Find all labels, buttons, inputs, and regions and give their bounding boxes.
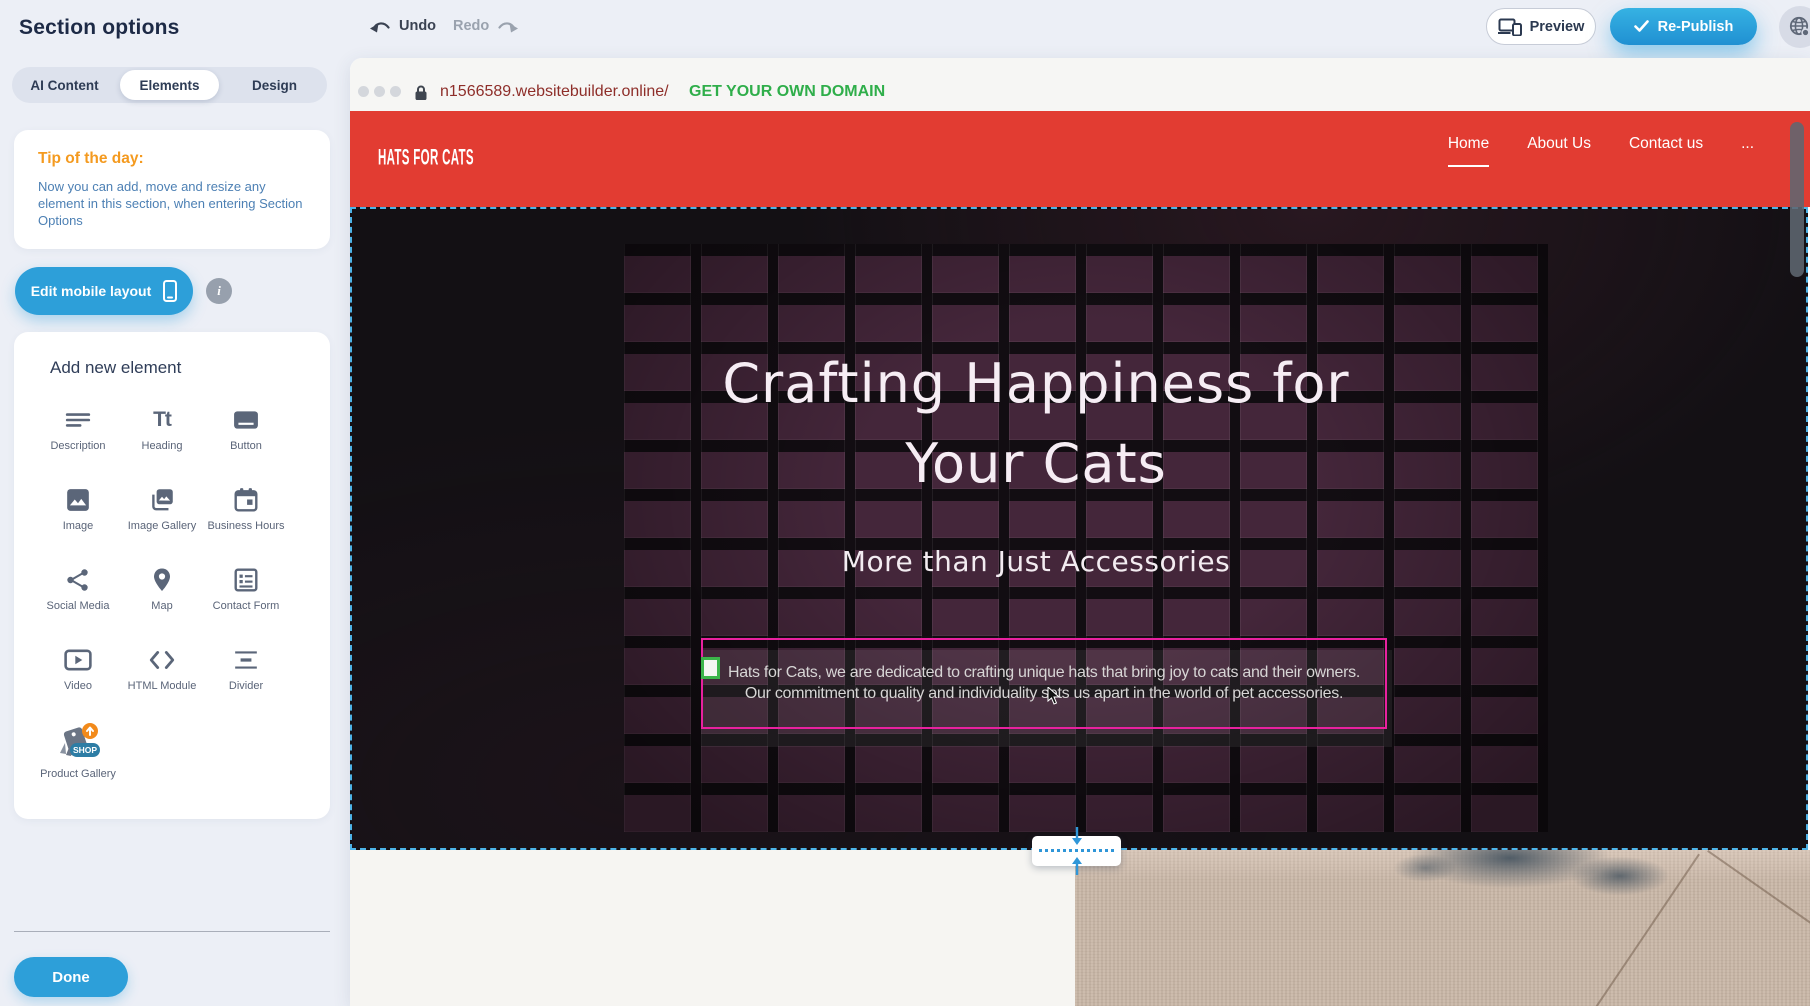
site-nav: Home About Us Contact us ... [1448, 135, 1754, 167]
collapse-arrow-up-icon [1071, 855, 1083, 875]
element-business-hours[interactable]: Business Hours [206, 478, 286, 558]
preview-label: Preview [1530, 19, 1585, 35]
info-glyph: i [217, 283, 221, 299]
element-contact-form[interactable]: Contact Form [206, 558, 286, 638]
social-media-icon [65, 567, 91, 593]
hero-subheading: More than Just Accessories [352, 545, 1720, 578]
nav-about-us[interactable]: About Us [1527, 135, 1591, 165]
undo-arrow-icon [370, 19, 392, 34]
resize-dashed-line [1039, 849, 1114, 852]
map-pin-icon [149, 567, 175, 593]
nav-more-ellipsis[interactable]: ... [1741, 135, 1754, 165]
element-button[interactable]: Button [206, 398, 286, 478]
hero-body-line2: Our commitment to quality and individual… [703, 683, 1385, 704]
element-image-gallery[interactable]: Image Gallery [122, 478, 202, 558]
business-hours-icon [233, 487, 259, 513]
image-icon [65, 487, 91, 513]
element-product-gallery[interactable]: SHOP Product Gallery [38, 718, 118, 798]
element-grid: Description Tt Heading Button Image Imag… [38, 398, 292, 798]
browser-dot-1 [358, 86, 369, 97]
preview-scrollbar-thumb[interactable] [1790, 122, 1804, 277]
description-lines-icon [65, 407, 91, 433]
sidebar-divider [14, 931, 330, 932]
hero-heading-line2: Your Cats [352, 432, 1720, 495]
image-gallery-icon [148, 486, 176, 514]
collapse-arrow-down-icon [1071, 827, 1083, 847]
shop-badge: SHOP [73, 745, 97, 755]
sidebar-tabs: AI Content Elements Design [12, 67, 327, 103]
page-title: Section options [19, 16, 180, 40]
site-logo[interactable]: HATS FOR CATS [378, 144, 474, 170]
element-heading[interactable]: Tt Heading [122, 398, 202, 478]
browser-chrome: n1566589.websitebuilder.online/ GET YOUR… [350, 58, 1810, 111]
hero-section-selected[interactable]: Crafting Happiness for Your Cats More th… [350, 207, 1808, 850]
globe-icon [1788, 15, 1810, 39]
language-globe-button[interactable] [1779, 6, 1810, 48]
tip-title: Tip of the day: [38, 150, 144, 168]
browser-dot-3 [390, 86, 401, 97]
redo-arrow-icon [496, 19, 518, 34]
selected-text-element[interactable]: Hats for Cats, we are dedicated to craft… [701, 638, 1387, 729]
republish-button[interactable]: Re-Publish [1610, 8, 1757, 45]
floor-grout-line [1592, 854, 1700, 1006]
lock-icon [414, 84, 428, 101]
heading-icon: Tt [153, 408, 171, 432]
mouse-cursor [1047, 687, 1061, 705]
section-resize-handle[interactable] [1032, 836, 1121, 866]
site-header: HATS FOR CATS Home About Us Contact us .… [350, 111, 1810, 207]
preview-button[interactable]: Preview [1486, 8, 1596, 45]
hero-content: Crafting Happiness for Your Cats More th… [352, 209, 1720, 848]
element-video[interactable]: Video [38, 638, 118, 718]
floor-grout-line [1707, 850, 1810, 932]
tip-of-the-day-card: Tip of the day: Now you can add, move an… [14, 130, 330, 249]
element-map[interactable]: Map [122, 558, 202, 638]
element-description[interactable]: Description [38, 398, 118, 478]
divider-icon [233, 647, 259, 673]
undo-label: Undo [399, 18, 436, 34]
check-icon [1634, 20, 1649, 33]
nav-contact-us[interactable]: Contact us [1629, 135, 1703, 165]
hero-body-text: Hats for Cats, we are dedicated to craft… [703, 662, 1385, 704]
devices-icon [1498, 18, 1522, 36]
done-button[interactable]: Done [14, 957, 128, 997]
tab-ai-content[interactable]: AI Content [15, 70, 114, 100]
button-icon [233, 407, 259, 433]
element-image[interactable]: Image [38, 478, 118, 558]
site-preview-window: n1566589.websitebuilder.online/ GET YOUR… [350, 58, 1810, 1006]
tab-design[interactable]: Design [225, 70, 324, 100]
next-section-white-area[interactable] [350, 850, 1075, 1006]
address-bar-url[interactable]: n1566589.websitebuilder.online/ [440, 83, 669, 101]
next-section-floor-image[interactable] [1075, 850, 1810, 1006]
phone-icon [163, 280, 177, 302]
undo-button[interactable]: Undo [370, 18, 436, 34]
product-gallery-icon: SHOP [52, 723, 104, 765]
element-social-media[interactable]: Social Media [38, 558, 118, 638]
redo-label: Redo [453, 18, 489, 34]
add-new-element-title: Add new element [50, 358, 181, 378]
hero-body-line1: Hats for Cats, we are dedicated to craft… [703, 662, 1385, 683]
contact-form-icon [233, 567, 259, 593]
element-html-module[interactable]: HTML Module [122, 638, 202, 718]
republish-label: Re-Publish [1658, 19, 1734, 35]
tab-elements[interactable]: Elements [120, 70, 219, 100]
get-your-own-domain-link[interactable]: GET YOUR OWN DOMAIN [689, 83, 885, 101]
redo-button[interactable]: Redo [453, 18, 518, 34]
edit-mobile-layout-button[interactable]: Edit mobile layout [15, 267, 193, 315]
browser-dot-2 [374, 86, 385, 97]
video-icon [64, 648, 92, 672]
info-icon[interactable]: i [206, 278, 232, 304]
app-window: Section options Undo Redo Preview Re-Pub… [0, 0, 1810, 1006]
hero-heading-line1: Crafting Happiness for [352, 352, 1720, 415]
nav-home[interactable]: Home [1448, 135, 1489, 167]
element-divider[interactable]: Divider [206, 638, 286, 718]
add-new-element-panel: Add new element Description Tt Heading B… [14, 332, 330, 819]
edit-mobile-layout-label: Edit mobile layout [31, 283, 152, 299]
html-module-icon [148, 648, 176, 672]
tip-body: Now you can add, move and resize any ele… [38, 178, 310, 229]
